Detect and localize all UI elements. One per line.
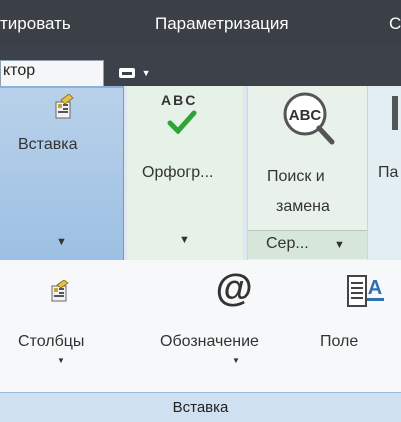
find-replace-button[interactable]: ABC Поиск и замена Сер... ▼ [247,86,368,260]
designation-label: Обозначение [160,333,259,350]
ribbon-upper: Вставка ▼ ABC Орфогр... ▼ ABC Поиск и за… [0,86,401,260]
svg-text:A: A [368,277,382,299]
parameters-icon [392,96,398,130]
insert-label: Вставка [18,136,78,153]
window-icon [119,67,135,78]
spelling-abc-text: ABC [161,92,198,108]
columns-button[interactable]: Столбцы ▼ [0,260,140,392]
menu-parametrization[interactable]: Параметризация [155,14,289,34]
field-icon: A [347,275,384,307]
spelling-button[interactable]: ABC Орфогр... ▼ [127,86,243,260]
columns-icon [51,280,69,302]
menu-edit[interactable]: тировать [0,14,71,34]
tab-overflow-menu[interactable]: ▼ [118,64,151,79]
svg-text:ABC: ABC [289,107,322,124]
parameters-label: Па [378,164,399,181]
magnifier-icon: ABC [283,92,335,145]
checkmark-icon [167,110,197,134]
spelling-label: Орфогр... [142,164,214,181]
panel-title: Вставка [172,399,229,416]
find-replace-label-2: замена [276,198,330,215]
panel-footer: Вставка [0,392,401,422]
at-sign-icon: @ [215,268,253,310]
menu-bar: тировать Параметризация С [0,0,401,46]
field-label: Поле [320,333,359,350]
parameters-button[interactable]: Па [367,86,401,260]
find-replace-label-1: Поиск и [267,168,325,185]
tab-editor[interactable]: ктор [0,60,104,86]
field-button[interactable]: A Поле [314,260,401,392]
service-panel-label[interactable]: Сер... ▼ [248,230,368,259]
columns-dropdown-icon[interactable]: ▼ [57,356,65,365]
insert-icon [55,94,74,119]
menu-more[interactable]: С [389,14,401,34]
insert-button[interactable]: Вставка ▼ [0,86,124,260]
tab-row: ктор ▼ [0,46,401,86]
insert-dropdown-icon[interactable]: ▼ [56,236,67,248]
designation-button[interactable]: @ Обозначение ▼ [150,260,310,392]
dropdown-caret-icon: ▼ [141,68,151,78]
columns-label: Столбцы [18,333,85,350]
spelling-dropdown-icon[interactable]: ▼ [179,234,190,246]
ribbon-middle: Столбцы ▼ @ Обозначение ▼ A Поле [0,260,401,392]
designation-dropdown-icon[interactable]: ▼ [232,356,240,365]
service-dropdown-icon: ▼ [334,239,345,251]
